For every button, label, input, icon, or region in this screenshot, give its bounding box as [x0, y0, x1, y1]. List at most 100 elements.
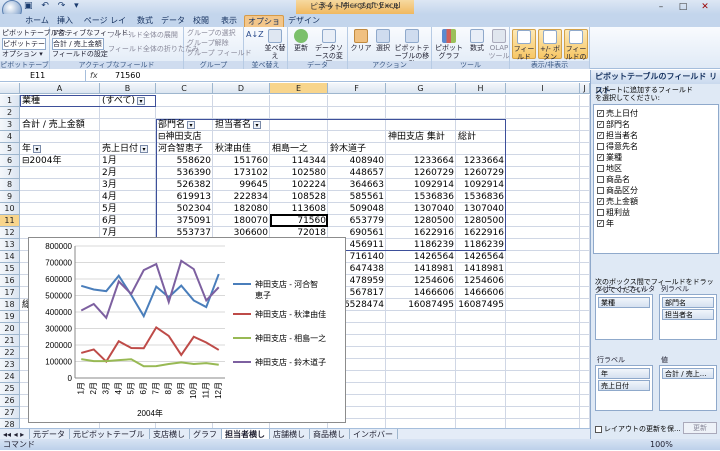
- value-cell[interactable]: 1466606: [386, 287, 456, 299]
- value-cell[interactable]: 585561: [328, 191, 386, 203]
- filter-area[interactable]: 業種: [595, 294, 653, 340]
- rows-area[interactable]: 年売上日付: [595, 365, 653, 411]
- person-header[interactable]: 相島一之: [270, 143, 328, 155]
- row-header-17[interactable]: 17: [0, 287, 20, 299]
- row-header-11[interactable]: 11: [0, 215, 20, 227]
- row-header-27[interactable]: 27: [0, 407, 20, 419]
- value-cell[interactable]: 151760: [213, 155, 270, 167]
- row-header-22[interactable]: 22: [0, 347, 20, 359]
- dept-header[interactable]: ⊟神田支店: [156, 131, 213, 143]
- row-header-12[interactable]: 12: [0, 227, 20, 239]
- month-label[interactable]: 2月: [100, 167, 156, 179]
- fx-icon[interactable]: fx: [90, 70, 98, 82]
- row-field-year[interactable]: 年 ▾: [20, 143, 100, 155]
- row-header-26[interactable]: 26: [0, 395, 20, 407]
- person-header[interactable]: 河合智恵子: [156, 143, 213, 155]
- dropdown-icon[interactable]: ▾: [137, 96, 146, 105]
- values-field-label[interactable]: 合計 / 売上金額: [20, 119, 100, 131]
- close-icon[interactable]: ✕: [694, 1, 716, 13]
- value-chip[interactable]: 合計 / 売上...: [662, 368, 714, 379]
- month-label[interactable]: 6月: [100, 215, 156, 227]
- pivot-chart[interactable]: 0 100000 200000 300000 400000 500000 600000 700…: [28, 237, 346, 423]
- value-cell[interactable]: 408940: [328, 155, 386, 167]
- value-cell[interactable]: 619913: [156, 191, 213, 203]
- person-header[interactable]: 鈴木道子: [328, 143, 386, 155]
- tab-view[interactable]: 表示: [216, 15, 242, 27]
- value-cell[interactable]: 364663: [328, 179, 386, 191]
- field-item[interactable]: ✓ 部門名: [597, 120, 630, 130]
- row-header-13[interactable]: 13: [0, 239, 20, 251]
- value-cell[interactable]: 1092914: [456, 179, 506, 191]
- column-header-g[interactable]: G: [386, 83, 456, 94]
- tab-options[interactable]: オプション: [244, 15, 284, 38]
- field-item[interactable]: 得意先名: [597, 142, 638, 152]
- value-cell[interactable]: 173102: [213, 167, 270, 179]
- pivotchart-button[interactable]: ピボットグラフ: [434, 29, 464, 60]
- value-cell[interactable]: 114344: [270, 155, 328, 167]
- checkbox[interactable]: [595, 425, 602, 433]
- field-item[interactable]: 商品区分: [597, 186, 638, 196]
- select-button[interactable]: 選択: [372, 29, 394, 59]
- checkbox[interactable]: [597, 209, 604, 216]
- value-cell[interactable]: 558620: [156, 155, 213, 167]
- move-pivot-button[interactable]: ピボットテーブルの移動: [394, 29, 430, 68]
- checkbox[interactable]: ✓: [597, 154, 604, 161]
- dropdown-icon[interactable]: ▾: [33, 144, 42, 153]
- value-cell[interactable]: 1280500: [386, 215, 456, 227]
- row-header-18[interactable]: 18: [0, 299, 20, 311]
- month-label[interactable]: 3月: [100, 179, 156, 191]
- tab-data[interactable]: データ: [160, 15, 186, 27]
- value-cell[interactable]: 1233664: [386, 155, 456, 167]
- row-header-1[interactable]: 1: [0, 95, 20, 107]
- year-label[interactable]: ⊟2004年: [20, 155, 100, 167]
- checkbox[interactable]: [597, 187, 604, 194]
- checkbox[interactable]: [597, 165, 604, 172]
- column-header-h[interactable]: H: [456, 83, 506, 94]
- sort-az-icon[interactable]: A↓Z: [246, 30, 264, 39]
- value-cell[interactable]: 102224: [270, 179, 328, 191]
- tab-insert[interactable]: 挿入: [52, 15, 78, 27]
- column-field-person[interactable]: 担当者名 ▾: [213, 119, 270, 131]
- column-header-b[interactable]: B: [100, 83, 156, 94]
- value-cell[interactable]: 526382: [156, 179, 213, 191]
- checkbox[interactable]: ✓: [597, 121, 604, 128]
- row-header-7[interactable]: 7: [0, 167, 20, 179]
- value-cell[interactable]: 1307040: [386, 203, 456, 215]
- value-cell[interactable]: 653779: [328, 215, 386, 227]
- minimize-icon[interactable]: –: [650, 1, 672, 13]
- checkbox[interactable]: ✓: [597, 220, 604, 227]
- value-cell[interactable]: 1418981: [456, 263, 506, 275]
- value-cell[interactable]: 222834: [213, 191, 270, 203]
- value-cell[interactable]: 536390: [156, 167, 213, 179]
- value-cell[interactable]: 1536836: [386, 191, 456, 203]
- row-header-19[interactable]: 19: [0, 311, 20, 323]
- month-label[interactable]: 5月: [100, 203, 156, 215]
- value-cell[interactable]: 509048: [328, 203, 386, 215]
- value-cell[interactable]: 1254606: [386, 275, 456, 287]
- value-cell[interactable]: 502304: [156, 203, 213, 215]
- row-header-14[interactable]: 14: [0, 251, 20, 263]
- checkbox[interactable]: ✓: [597, 110, 604, 117]
- olap-button[interactable]: OLAP ツール: [488, 29, 510, 60]
- value-cell[interactable]: 16087495: [456, 299, 506, 311]
- column-header-c[interactable]: C: [156, 83, 213, 94]
- row-chip[interactable]: 売上日付: [598, 380, 650, 391]
- filter-chip[interactable]: 業種: [598, 297, 650, 308]
- row-header-5[interactable]: 5: [0, 143, 20, 155]
- name-box[interactable]: E11: [0, 70, 86, 82]
- row-header-9[interactable]: 9: [0, 191, 20, 203]
- row-chip[interactable]: 年: [598, 368, 650, 379]
- column-header-a[interactable]: A: [20, 83, 100, 94]
- row-header-15[interactable]: 15: [0, 263, 20, 275]
- formulas-button[interactable]: 数式: [466, 29, 488, 59]
- value-cell[interactable]: 1260729: [386, 167, 456, 179]
- month-label[interactable]: 4月: [100, 191, 156, 203]
- field-settings-button[interactable]: フィールドの設定: [52, 49, 108, 59]
- value-cell[interactable]: 1186239: [456, 239, 506, 251]
- checkbox[interactable]: ✓: [597, 198, 604, 205]
- value-cell[interactable]: 1426564: [456, 251, 506, 263]
- dropdown-icon[interactable]: ▾: [253, 120, 262, 129]
- field-headers-button[interactable]: フィールドの見出し: [564, 29, 588, 69]
- value-cell[interactable]: 375091: [156, 215, 213, 227]
- value-cell[interactable]: 1418981: [386, 263, 456, 275]
